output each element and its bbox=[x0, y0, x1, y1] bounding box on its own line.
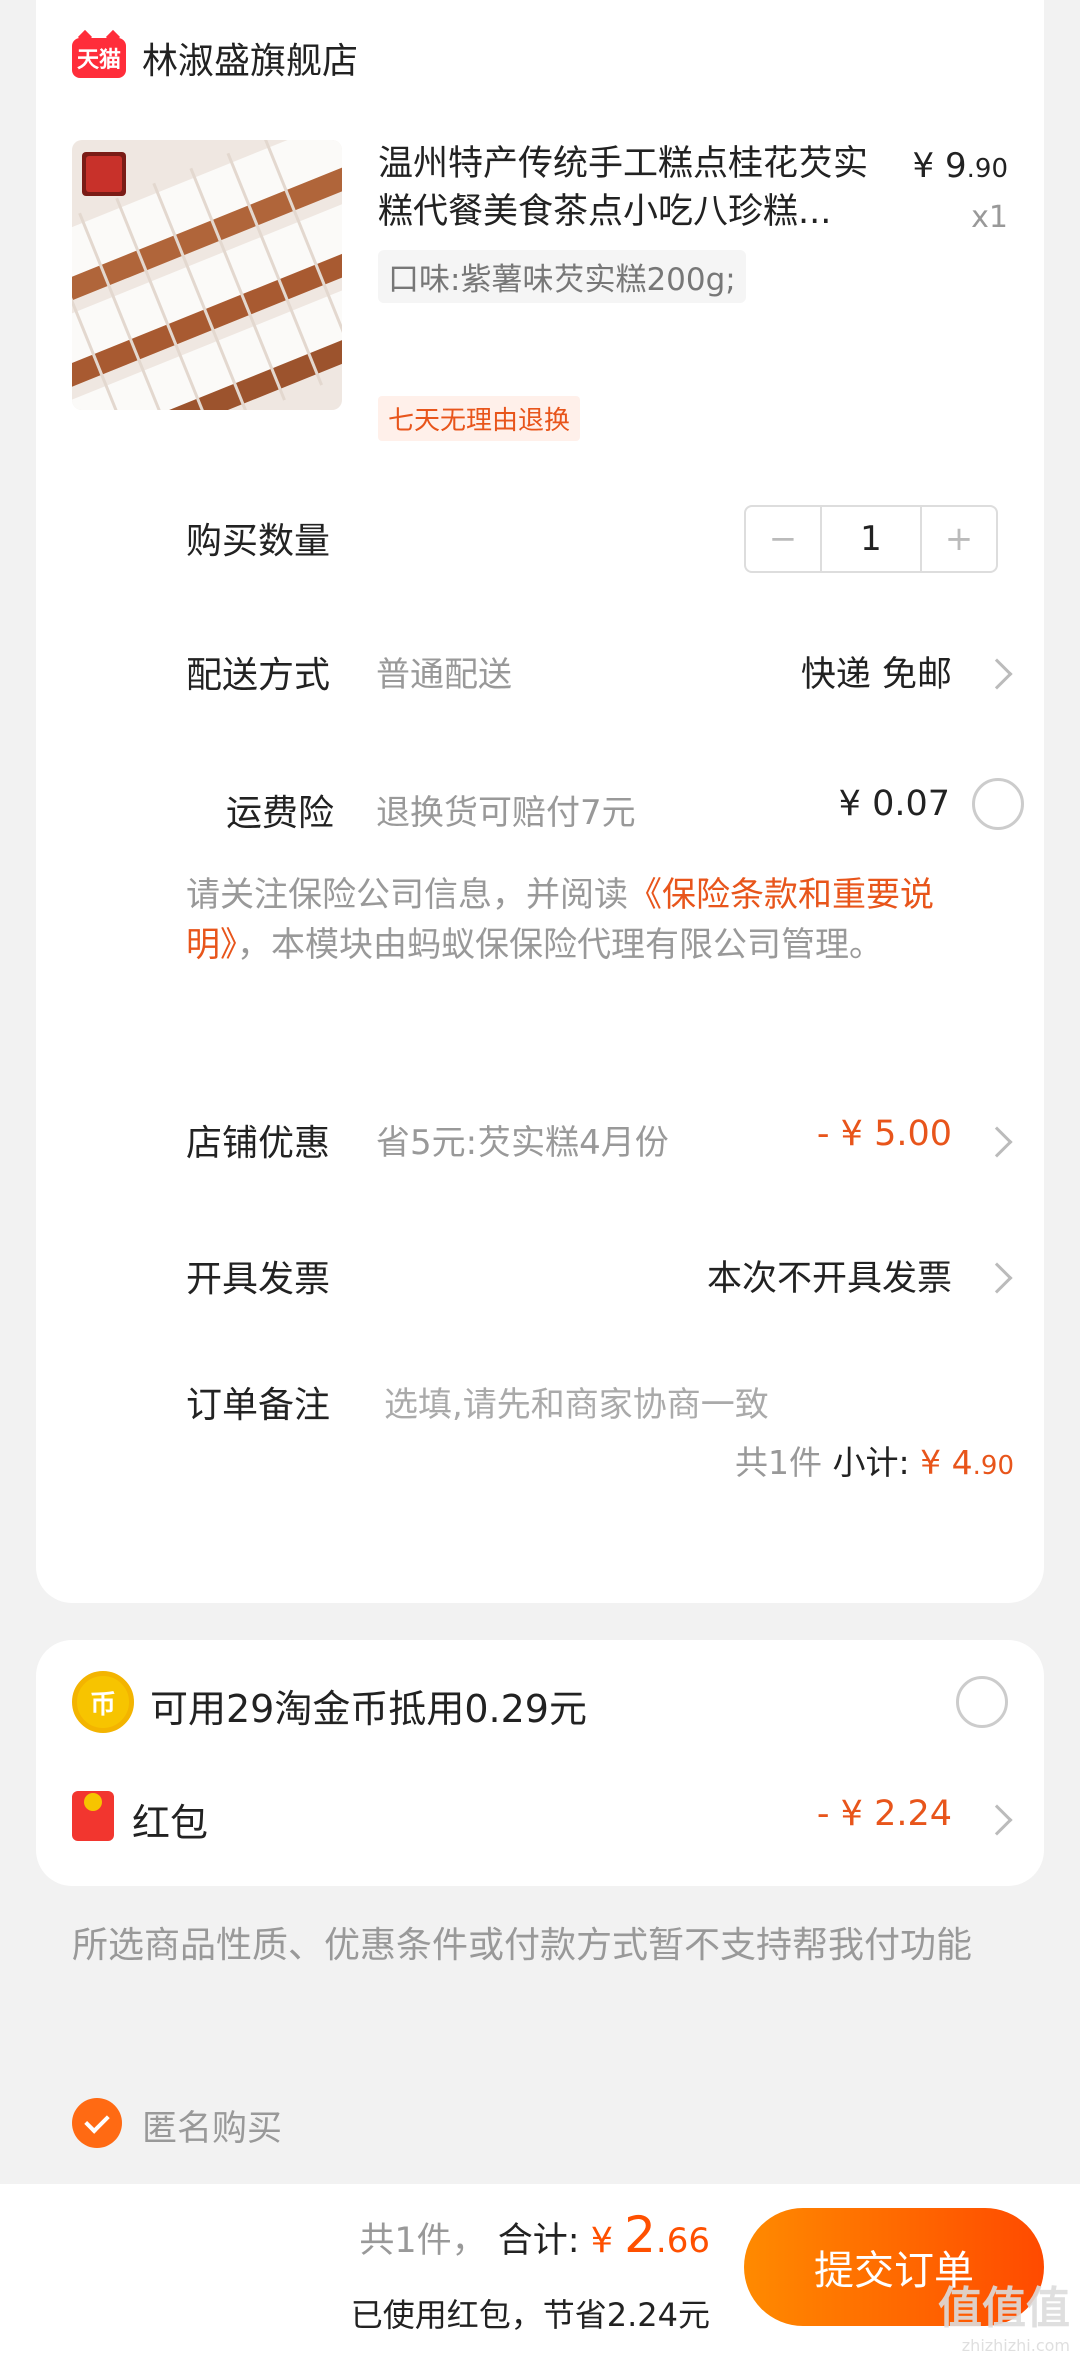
subtotal: 共1件 小计: ¥ 4.90 bbox=[735, 1443, 1014, 1482]
chevron-right-icon bbox=[981, 658, 1013, 690]
delivery-label: 配送方式 bbox=[186, 655, 331, 696]
store-discount-desc: 省5元:芡实糕4月份 bbox=[376, 1123, 669, 1163]
red-envelope-icon bbox=[72, 1791, 114, 1841]
product-image[interactable] bbox=[72, 140, 342, 410]
product-quantity: x1 bbox=[971, 200, 1008, 235]
quantity-stepper[interactable]: − 1 + bbox=[744, 505, 998, 573]
chevron-right-icon bbox=[981, 1804, 1013, 1836]
chevron-right-icon bbox=[981, 1262, 1013, 1294]
product-variant[interactable]: 口味:紫薯味芡实糕200g; bbox=[378, 250, 746, 303]
order-total: 共1件， 合计: ¥ 2.66 bbox=[359, 2206, 710, 2264]
hongbao-value: - ¥ 2.24 bbox=[816, 1794, 952, 1834]
product-title[interactable]: 温州特产传统手工糕点桂花芡实糕代餐美食茶点小吃八珍糕... bbox=[378, 140, 898, 236]
insurance-label: 运费险 bbox=[226, 793, 335, 834]
anonymous-label[interactable]: 匿名购买 bbox=[142, 2100, 282, 2151]
pay-for-me-notice: 所选商品性质、优惠条件或付款方式暂不支持帮我付功能 bbox=[72, 1925, 973, 1966]
chevron-right-icon bbox=[981, 1126, 1013, 1158]
increment-button[interactable]: + bbox=[922, 507, 996, 571]
coins-radio[interactable] bbox=[956, 1676, 1008, 1728]
taojinbi-coin-icon: 币 bbox=[72, 1671, 134, 1733]
product-photo-icon bbox=[72, 140, 342, 410]
delivery-method: 普通配送 bbox=[376, 655, 512, 695]
store-header[interactable]: 天猫 林淑盛旗舰店 bbox=[72, 32, 358, 84]
tmall-logo-icon: 天猫 bbox=[72, 38, 126, 78]
anonymous-checkbox[interactable] bbox=[72, 2098, 122, 2148]
quantity-label: 购买数量 bbox=[186, 521, 331, 562]
delivery-value: 快递 免邮 bbox=[800, 655, 952, 695]
discount-card: 币 可用29淘金币抵用0.29元 红包 - ¥ 2.24 bbox=[36, 1640, 1044, 1886]
insurance-notice: 请关注保险公司信息，并阅读《保险条款和重要说明》，本模块由蚂蚁保保险代理有限公司… bbox=[186, 875, 934, 965]
order-card: 天猫 林淑盛旗舰店 温州特产传统手工糕点桂花芡实糕代餐美食茶点小吃八珍糕... … bbox=[36, 0, 1044, 1603]
decrement-button[interactable]: − bbox=[746, 507, 820, 571]
invoice-value: 本次不开具发票 bbox=[706, 1259, 952, 1299]
bottom-checkout-bar: 共1件， 合计: ¥ 2.66 已使用红包，节省2.24元 提交订单 bbox=[0, 2184, 1080, 2369]
invoice-label: 开具发票 bbox=[186, 1259, 331, 1300]
product-price: ¥ 9.90 bbox=[912, 146, 1008, 186]
store-discount-value: - ¥ 5.00 bbox=[816, 1114, 952, 1154]
remark-label: 订单备注 bbox=[186, 1385, 331, 1426]
savings-text: 已使用红包，节省2.24元 bbox=[350, 2296, 710, 2334]
insurance-desc: 退换货可赔付7元 bbox=[376, 793, 636, 833]
insurance-price: ¥ 0.07 bbox=[838, 784, 950, 824]
store-name[interactable]: 林淑盛旗舰店 bbox=[142, 32, 358, 84]
quantity-value[interactable]: 1 bbox=[820, 507, 922, 571]
insurance-radio[interactable] bbox=[972, 778, 1024, 830]
store-discount-label: 店铺优惠 bbox=[186, 1123, 331, 1164]
remark-input[interactable]: 选填,请先和商家协商一致 bbox=[384, 1377, 769, 1426]
coins-text: 可用29淘金币抵用0.29元 bbox=[150, 1687, 587, 1731]
hongbao-label: 红包 bbox=[132, 1801, 209, 1845]
return-policy-badge: 七天无理由退换 bbox=[378, 396, 581, 441]
watermark: 值值值 zhizhizhi.com bbox=[938, 2283, 1070, 2355]
